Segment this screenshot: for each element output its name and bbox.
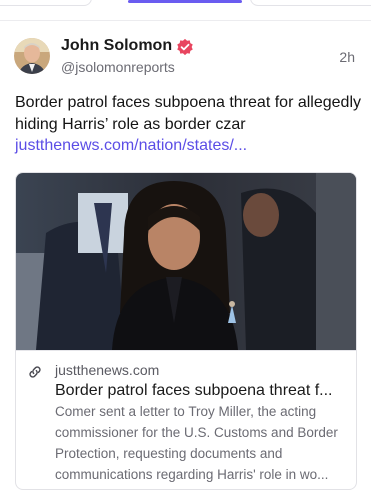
avatar-photo	[14, 38, 50, 74]
card-description: Comer sent a letter to Troy Miller, the …	[55, 404, 338, 482]
tab-left[interactable]	[0, 0, 92, 6]
divider	[0, 20, 371, 21]
post-timestamp: 2h	[339, 49, 355, 65]
card-image	[16, 173, 356, 350]
tab-right[interactable]	[250, 0, 371, 6]
link-preview-card[interactable]: justthenews.com Border patrol faces subp…	[15, 172, 357, 490]
post-link[interactable]: justthenews.com/nation/states/...	[15, 135, 247, 157]
post-text: Border patrol faces subpoena threat for …	[15, 94, 361, 133]
card-domain: justthenews.com	[55, 362, 160, 378]
verified-badge-icon	[177, 38, 193, 56]
active-tab-indicator	[128, 0, 242, 3]
author-name[interactable]: John Solomon	[61, 37, 172, 55]
card-title[interactable]: Border patrol faces subpoena threat f...	[55, 380, 347, 401]
post[interactable]: John Solomon @jsolomonreports 2h Border …	[0, 22, 371, 500]
author-avatar[interactable]	[14, 38, 50, 74]
link-icon	[29, 366, 41, 378]
card-body: justthenews.com Border patrol faces subp…	[16, 350, 356, 489]
author-handle[interactable]: @jsolomonreports	[61, 59, 175, 75]
tab-bar	[0, 0, 371, 6]
